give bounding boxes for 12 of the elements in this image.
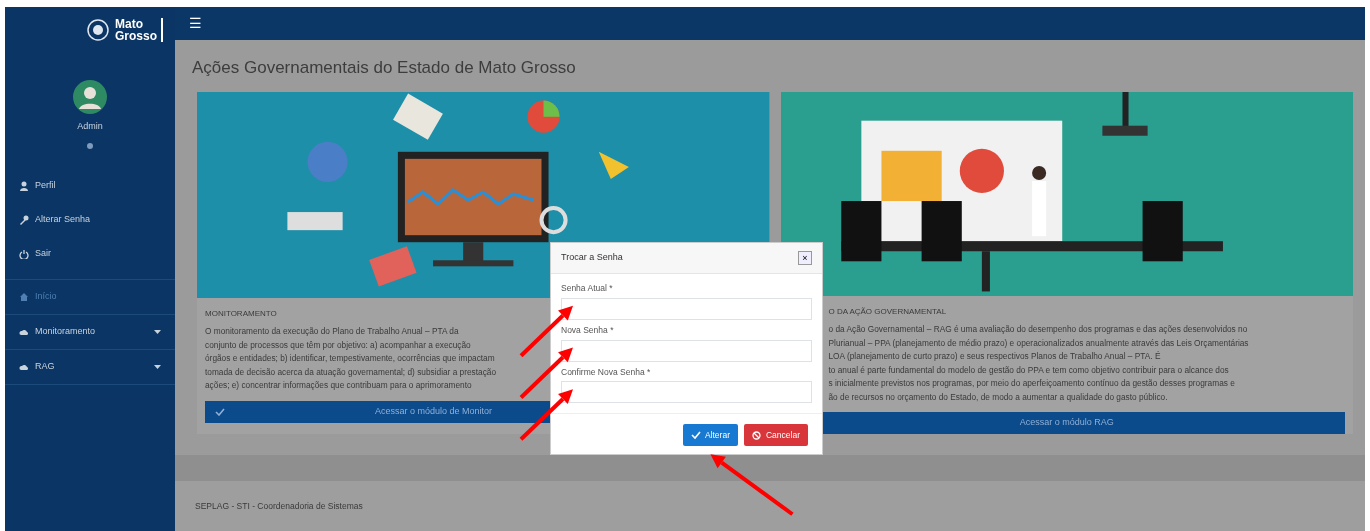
page-title: Ações Governamentais do Estado de Mato Grosso (192, 57, 577, 79)
logo-text: Mato Grosso (115, 17, 163, 42)
footer-text: SEPLAG - STI - Coordenadoria de Sistemas (195, 499, 363, 513)
field-label: Confirme Nova Senha * (561, 365, 652, 379)
modal-title: Trocar a Senha (561, 251, 623, 265)
card-title: MONITORAMENTO (205, 308, 278, 320)
field-label: Nova Senha * (561, 323, 615, 337)
card-title: O DA AÇÃO GOVERNAMENTAL (828, 306, 948, 318)
field-label: Senha Atual * (561, 282, 614, 295)
card-text: O monitoramento da execução do Plano de Trabalho Anual – PTA da conjunto de processos que têm por objetivo: a) acompanhar a execução órgãos e entidades; b) identificar, tempestivamente, ocorrências que impactam tomada de decisão acerca da atuação governamental; d) subsidiar a prestação ações; e) concentrar informações que contribuam para o aprimoramento (205, 325, 497, 392)
user-name: Admin (77, 120, 103, 133)
card-text: o da Ação Governamental – RAG é uma avaliação do desempenho dos programas e das ações desenvolvidos no Plurianual – PPA (planejamento de médio prazo) e operacionalizados anualmente através das Leis Orçamentárias LOA (planejamento de curto prazo) e seus respectivos Planos de Trabalho Anual – PTA. É to anual é parte fundamental do modelo de gestão do PPA e tem como objetivo contribuir para o alcance dos s inicialmente previstos nos programas, por meio do aperfeiçoamento contínuo da gestão desses programas e ão de recursos no orçamento do Estado, de modo a aumentar a qualidade do gasto público. (828, 323, 1249, 404)
